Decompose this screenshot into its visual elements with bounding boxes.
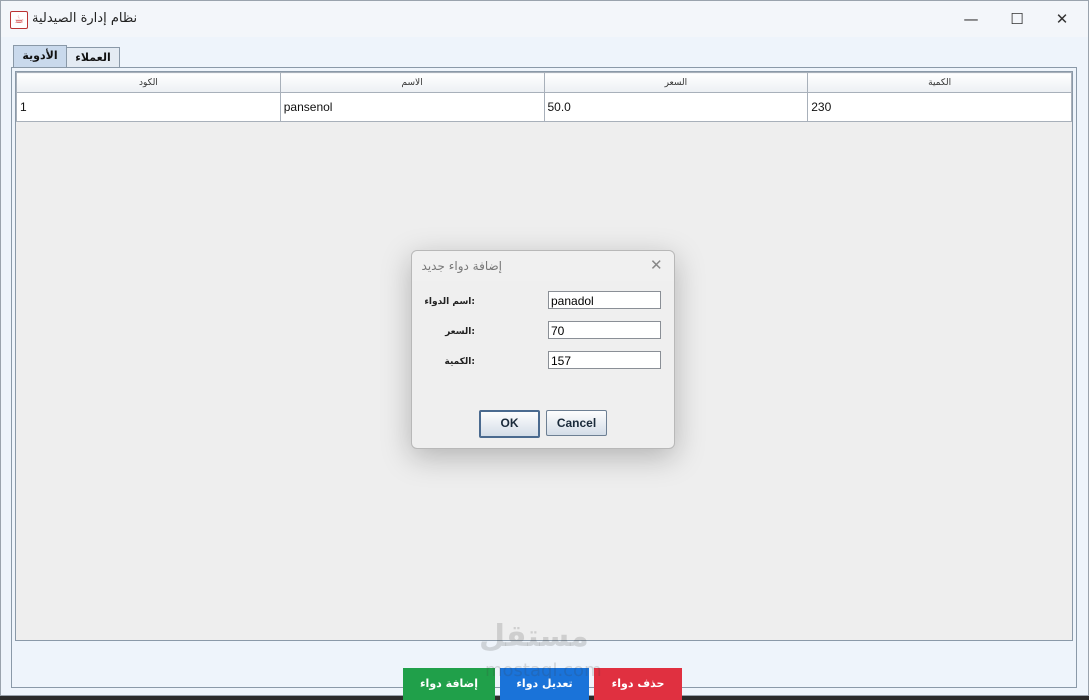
- close-icon[interactable]: ✕: [1045, 7, 1079, 31]
- title-bar: ☕ نظام إدارة الصيدلية — ☐ ✕: [1, 1, 1088, 37]
- add-medicine-button[interactable]: إضافة دواء: [403, 668, 495, 700]
- cell-quantity[interactable]: 230: [807, 92, 1072, 122]
- ok-button[interactable]: OK: [479, 410, 540, 438]
- add-medicine-dialog: إضافة دواء جديد ✕ اسم الدواء: panadol ال…: [411, 250, 675, 449]
- medicine-name-input[interactable]: panadol: [548, 291, 661, 309]
- java-app-icon: ☕: [10, 11, 28, 29]
- window-title: نظام إدارة الصيدلية: [32, 11, 138, 26]
- tab-medicines[interactable]: الأدوية: [13, 45, 67, 68]
- cell-name[interactable]: pansenol: [279, 92, 545, 122]
- delete-medicine-button[interactable]: حذف دواء: [594, 668, 682, 700]
- close-icon[interactable]: ✕: [650, 256, 663, 274]
- column-header-quantity[interactable]: الكمية: [807, 72, 1072, 93]
- quantity-label: الكمية:: [444, 357, 475, 367]
- watermark-logo: مستقل: [479, 619, 589, 654]
- price-label: السعر:: [445, 327, 475, 337]
- column-header-code[interactable]: الكود: [16, 72, 281, 93]
- cancel-button[interactable]: Cancel: [546, 410, 607, 436]
- cell-code[interactable]: 1: [16, 92, 281, 122]
- quantity-input[interactable]: 157: [548, 351, 661, 369]
- price-input[interactable]: 70: [548, 321, 661, 339]
- minimize-icon[interactable]: —: [954, 7, 988, 31]
- column-header-price[interactable]: السعر: [543, 72, 809, 93]
- watermark-url: mostaql.com: [485, 660, 602, 681]
- maximize-icon[interactable]: ☐: [1000, 7, 1034, 31]
- cell-price[interactable]: 50.0: [543, 92, 809, 122]
- table-row[interactable]: 1 pansenol 50.0 230: [16, 92, 1072, 122]
- table-header-row: الكود الاسم السعر الكمية: [16, 72, 1072, 93]
- medicine-name-label: اسم الدواء:: [424, 297, 475, 307]
- medicines-table: الكود الاسم السعر الكمية 1 pansenol 50.0…: [16, 72, 1072, 122]
- dialog-title: إضافة دواء جديد: [421, 259, 502, 273]
- column-header-name[interactable]: الاسم: [279, 72, 545, 93]
- dialog-title-bar: إضافة دواء جديد ✕: [412, 251, 674, 281]
- tab-customers[interactable]: العملاء: [66, 47, 120, 68]
